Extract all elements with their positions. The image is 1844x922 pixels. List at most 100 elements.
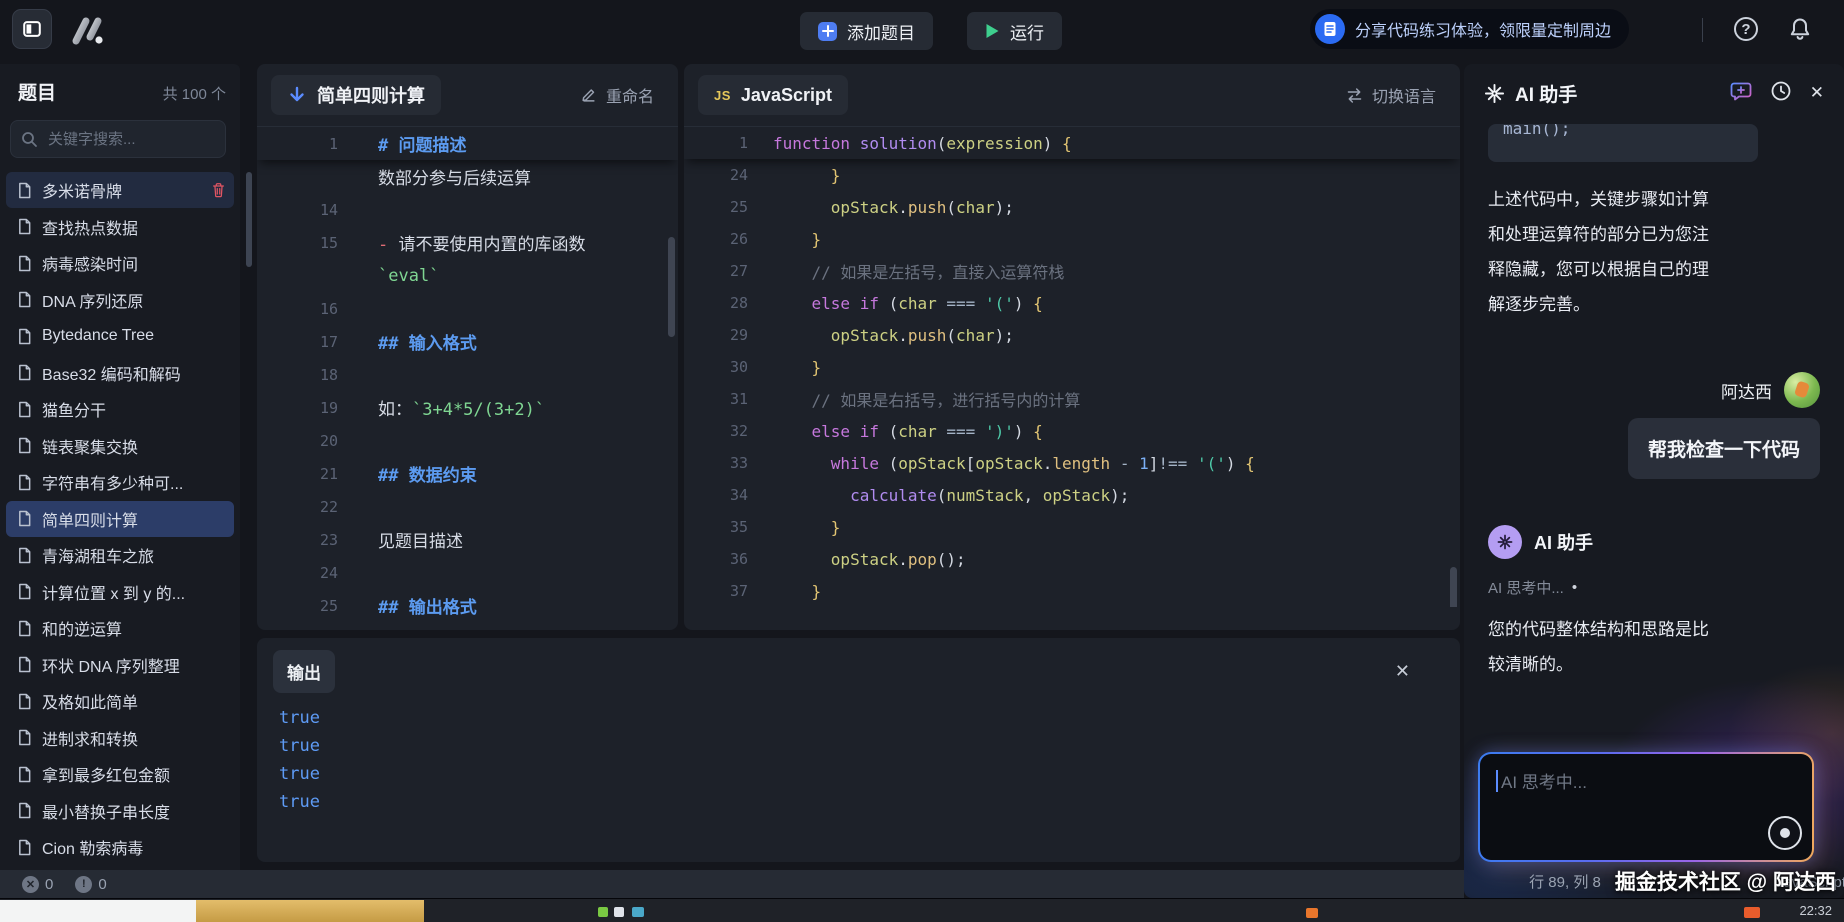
code-line[interactable]: 28 else if (char === '(') { xyxy=(684,287,1460,319)
sidebar-problem-item[interactable]: Bytedance Tree xyxy=(6,318,234,354)
md-line[interactable]: 22 xyxy=(257,490,678,523)
problem-title: 链表聚集交换 xyxy=(42,434,138,458)
token: while xyxy=(831,454,879,473)
sidebar-problem-item[interactable]: 拿到最多红包金额 xyxy=(6,756,234,792)
code-line[interactable]: 26 } xyxy=(684,223,1460,255)
trash-icon[interactable] xyxy=(211,182,226,198)
markdown-editor[interactable]: 1 # 问题描述 数部分参与后续运算1415- 请不要使用内置的库函数`eval… xyxy=(257,127,678,622)
code-line[interactable]: 36 opStack.pop(); xyxy=(684,543,1460,575)
promo-banner[interactable]: 分享代码练习体验，领限量定制周边 xyxy=(1310,9,1629,49)
md-line[interactable]: 16 xyxy=(257,292,678,325)
problem-tab[interactable]: 简单四则计算 xyxy=(271,75,441,115)
sidebar-scrollbar-thumb[interactable] xyxy=(246,172,252,267)
sidebar-problem-item[interactable]: 查找热点数据 xyxy=(6,209,234,245)
token: ( xyxy=(937,486,947,505)
md-line[interactable]: `eval` xyxy=(257,259,678,292)
md-line[interactable]: 21## 数据约束 xyxy=(257,457,678,490)
token: 1 xyxy=(1139,454,1149,473)
code-scrollbar-thumb[interactable] xyxy=(1450,567,1457,607)
md-line[interactable]: 23见题目描述 xyxy=(257,523,678,556)
line-content: else if (char === ')') { xyxy=(773,422,1043,441)
output-line: true xyxy=(279,736,320,764)
code-line[interactable]: 37 } xyxy=(684,575,1460,607)
sidebar-problem-item[interactable]: 进制求和转换 xyxy=(6,720,234,756)
code-editor[interactable]: 1 function solution(expression) { 24 }25… xyxy=(684,127,1460,607)
sidebar-problem-item[interactable]: 最小替换子串长度 xyxy=(6,793,234,829)
sidebar-problem-item[interactable]: 病毒感染时间 xyxy=(6,245,234,281)
token xyxy=(1129,454,1139,473)
sidebar-problem-item[interactable]: 多米诺骨牌 xyxy=(6,172,234,208)
md-scrollbar-thumb[interactable] xyxy=(668,237,675,337)
topbar: 添加题目 运行 分享代码练习体验，领限量定制周边 ? xyxy=(0,0,1844,62)
output-tab[interactable]: 输出 xyxy=(273,650,335,693)
play-icon xyxy=(985,23,1000,39)
language-tab[interactable]: JS JavaScript xyxy=(698,75,848,115)
code-line[interactable]: 29 opStack.push(char); xyxy=(684,319,1460,351)
sidebar-problem-item[interactable]: 计算位置 x 到 y 的... xyxy=(6,574,234,610)
add-problem-button[interactable]: 添加题目 xyxy=(800,12,933,50)
code-line[interactable]: 35 } xyxy=(684,511,1460,543)
sidebar-problem-item[interactable]: 链表聚集交换 xyxy=(6,428,234,464)
sidebar-problem-item[interactable]: 简单四则计算 xyxy=(6,501,234,537)
sidebar-problem-item[interactable]: Base32 编码和解码 xyxy=(6,355,234,391)
rename-button[interactable]: 重命名 xyxy=(574,82,660,108)
code-sticky-line[interactable]: 1 function solution(expression) { xyxy=(684,127,1460,159)
new-chat-button[interactable] xyxy=(1730,80,1752,107)
sidebar-problem-item[interactable]: 青海湖租车之旅 xyxy=(6,537,234,573)
code-line[interactable]: 33 while (opStack[opStack.length - 1]!==… xyxy=(684,447,1460,479)
code-line[interactable]: 25 opStack.push(char); xyxy=(684,191,1460,223)
search-input[interactable] xyxy=(46,130,210,149)
sidebar-problem-item[interactable]: 及格如此简单 xyxy=(6,683,234,719)
problem-title: 简单四则计算 xyxy=(42,507,138,531)
history-button[interactable] xyxy=(1770,80,1792,107)
token xyxy=(850,294,860,313)
md-line[interactable]: 18 xyxy=(257,358,678,391)
token: push xyxy=(908,198,947,217)
code-line[interactable]: 31 // 如果是右括号，进行括号内的计算 xyxy=(684,383,1460,415)
code-line[interactable]: 34 calculate(numStack, opStack); xyxy=(684,479,1460,511)
md-sticky-line[interactable]: 1 # 问题描述 xyxy=(257,127,678,160)
md-line[interactable]: 14 xyxy=(257,193,678,226)
token xyxy=(773,358,812,377)
md-line[interactable]: 数部分参与后续运算 xyxy=(257,160,678,193)
taskbar-fragment xyxy=(0,900,196,922)
md-line[interactable]: 25## 输出格式 xyxy=(257,589,678,622)
ai-input[interactable]: AI 思考中... xyxy=(1480,754,1812,860)
token: { xyxy=(1062,134,1072,153)
md-line[interactable]: 20 xyxy=(257,424,678,457)
token: } xyxy=(812,230,822,249)
md-line[interactable]: 15- 请不要使用内置的库函数 xyxy=(257,226,678,259)
run-button[interactable]: 运行 xyxy=(967,12,1062,50)
errors-badge[interactable]: ✕ 0 xyxy=(16,875,59,894)
stop-generating-button[interactable] xyxy=(1768,816,1802,850)
md-line[interactable]: 24 xyxy=(257,556,678,589)
sidebar-problem-item[interactable]: DNA 序列还原 xyxy=(6,282,234,318)
md-line[interactable]: 17## 输入格式 xyxy=(257,325,678,358)
problem-title: 及格如此简单 xyxy=(42,689,138,713)
help-button[interactable]: ? xyxy=(1734,17,1758,41)
line-content: ## 输出格式 xyxy=(378,593,477,618)
sidebar-problem-item[interactable]: 字符串有多少种可... xyxy=(6,464,234,500)
code-line[interactable]: 30 } xyxy=(684,351,1460,383)
code-line[interactable]: 24 } xyxy=(684,159,1460,191)
output-close-button[interactable]: ✕ xyxy=(1389,660,1416,683)
sidebar-problem-item[interactable]: 环状 DNA 序列整理 xyxy=(6,647,234,683)
notifications-button[interactable] xyxy=(1782,15,1818,46)
sidebar-problem-item[interactable]: 和的逆运算 xyxy=(6,610,234,646)
sidebar-problem-item[interactable]: 猫鱼分干 xyxy=(6,391,234,427)
warnings-badge[interactable]: ! 0 xyxy=(69,875,112,894)
taskbar-sliver: 22:32 xyxy=(0,898,1844,922)
code-line[interactable]: 32 else if (char === ')') { xyxy=(684,415,1460,447)
ai-close-button[interactable]: ✕ xyxy=(1810,83,1824,103)
sidebar-toggle-button[interactable] xyxy=(12,9,52,49)
code-line[interactable]: 27 // 如果是左括号，直接入运算符栈 xyxy=(684,255,1460,287)
md-line[interactable]: 19如：`3+4*5/(3+2)` xyxy=(257,391,678,424)
status-bullet: • xyxy=(1572,579,1577,596)
sidebar-problem-item[interactable]: Cion 勒索病毒 xyxy=(6,829,234,865)
error-icon: ✕ xyxy=(22,876,39,893)
token: char xyxy=(956,198,995,217)
search-box[interactable] xyxy=(10,120,226,158)
token: char xyxy=(898,294,937,313)
line-number: 16 xyxy=(257,300,338,318)
switch-language-button[interactable]: 切换语言 xyxy=(1339,82,1442,108)
